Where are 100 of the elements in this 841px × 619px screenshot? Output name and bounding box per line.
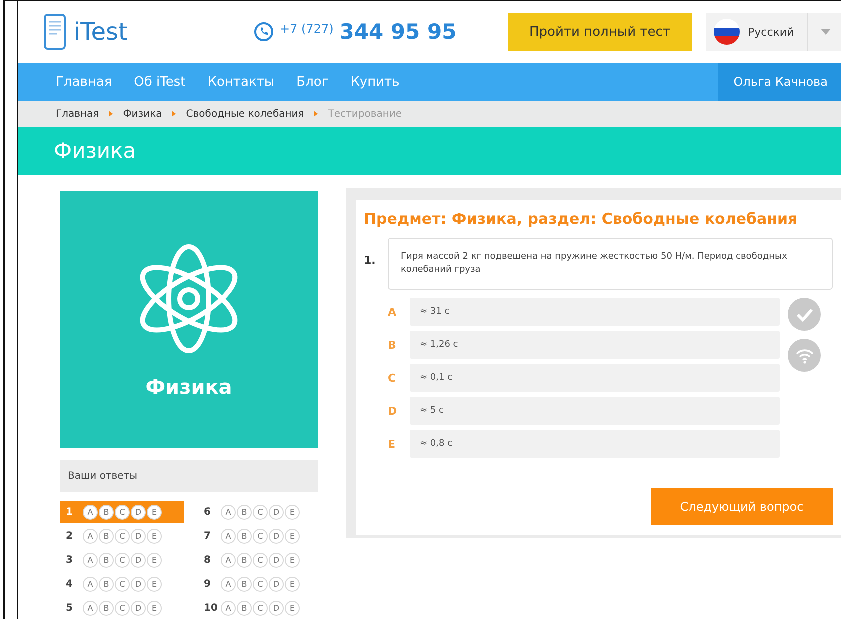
answer-option[interactable]: C bbox=[253, 528, 268, 544]
nav-link[interactable]: Контакты bbox=[208, 74, 275, 90]
answer-option[interactable]: A bbox=[83, 504, 98, 520]
option-letter: E bbox=[388, 438, 397, 450]
answer-option[interactable]: C bbox=[253, 552, 268, 568]
nav-link[interactable]: Купить bbox=[350, 74, 400, 90]
hint-button[interactable] bbox=[788, 339, 821, 372]
answer-option[interactable]: C bbox=[115, 504, 130, 520]
question-text: Гиря массой 2 кг подвешена на пружине жесткостью 50 Н/м. Период свободных колебаний груза bbox=[388, 238, 833, 290]
answer-option[interactable]: C bbox=[115, 552, 130, 568]
option-button[interactable]: ≈ 5 с bbox=[410, 397, 780, 425]
answer-option[interactable]: D bbox=[269, 552, 284, 568]
answer-option[interactable]: E bbox=[147, 552, 162, 568]
answer-row[interactable]: 8 A B C D E bbox=[198, 549, 322, 571]
answer-row[interactable]: 4 A B C D E bbox=[60, 573, 184, 595]
answer-option[interactable]: B bbox=[99, 552, 114, 568]
answer-option[interactable]: B bbox=[237, 600, 252, 616]
answer-option[interactable]: E bbox=[147, 576, 162, 592]
answer-option[interactable]: B bbox=[99, 504, 114, 520]
answer-row[interactable]: 9 A B C D E bbox=[198, 573, 322, 595]
chevron-icon bbox=[172, 111, 176, 117]
option-button[interactable]: ≈ 31 с bbox=[410, 298, 780, 326]
answer-option[interactable]: A bbox=[83, 528, 98, 544]
chevron-icon bbox=[109, 111, 114, 117]
answer-option[interactable]: E bbox=[285, 600, 300, 616]
answer-option[interactable]: D bbox=[269, 600, 284, 616]
breadcrumb-link[interactable]: Главная bbox=[56, 108, 100, 120]
answer-option[interactable]: C bbox=[115, 600, 130, 616]
answer-option[interactable]: C bbox=[115, 528, 130, 544]
answer-row[interactable]: 5 A B C D E bbox=[60, 597, 184, 619]
answer-row[interactable]: 7 A B C D E bbox=[198, 525, 322, 547]
full-test-button[interactable]: Пройти полный тест bbox=[508, 13, 692, 51]
answer-row[interactable]: 1 A B C D E bbox=[60, 501, 184, 523]
answer-option[interactable]: C bbox=[253, 576, 268, 592]
breadcrumb-link[interactable]: Физика bbox=[123, 108, 162, 120]
option-letter: D bbox=[388, 404, 398, 418]
answer-option[interactable]: A bbox=[221, 504, 236, 520]
answer-option[interactable]: E bbox=[285, 576, 300, 592]
answer-option[interactable]: B bbox=[99, 576, 114, 592]
answer-option[interactable]: E bbox=[285, 528, 300, 544]
answer-option[interactable]: E bbox=[147, 600, 162, 616]
flag-icon bbox=[714, 19, 740, 45]
phone-number: 344 95 95 bbox=[340, 20, 457, 44]
answer-option[interactable]: C bbox=[115, 576, 130, 592]
answer-row[interactable]: 3 A B C D E bbox=[60, 549, 184, 571]
phone-icon bbox=[254, 22, 274, 42]
answer-option[interactable]: D bbox=[269, 528, 284, 544]
tablet-icon bbox=[44, 14, 66, 50]
logo[interactable]: iTest bbox=[74, 18, 128, 46]
subject-title: Физика bbox=[146, 374, 232, 398]
option-button[interactable]: ≈ 0,1 с bbox=[410, 364, 780, 392]
answer-option[interactable]: D bbox=[131, 504, 146, 520]
answer-row[interactable]: 10 A B C D E bbox=[198, 597, 322, 619]
user-menu[interactable]: Ольга Качнова bbox=[718, 63, 841, 101]
breadcrumb-link[interactable]: Свободные колебания bbox=[186, 108, 304, 120]
answer-row[interactable]: 6 A B C D E bbox=[198, 501, 322, 523]
language-selector[interactable]: Русский bbox=[706, 13, 841, 51]
option-button[interactable]: ≈ 0,8 с bbox=[410, 430, 780, 458]
answer-option[interactable]: A bbox=[221, 576, 236, 592]
option-letter: B bbox=[388, 338, 398, 352]
answer-option[interactable]: A bbox=[83, 552, 98, 568]
answer-option[interactable]: B bbox=[237, 504, 252, 520]
answer-option[interactable]: A bbox=[83, 600, 98, 616]
answer-option[interactable]: E bbox=[285, 552, 300, 568]
answers-header: Ваши ответы bbox=[60, 460, 318, 492]
nav-link[interactable]: Об iTest bbox=[134, 74, 186, 90]
answer-option[interactable]: E bbox=[147, 504, 162, 520]
language-label: Русский bbox=[748, 26, 796, 38]
question-number: 1. bbox=[364, 254, 377, 269]
answer-option[interactable]: D bbox=[131, 528, 146, 544]
answer-option[interactable]: B bbox=[237, 552, 252, 568]
next-question-button[interactable]: Следующий вопрос bbox=[651, 488, 833, 525]
answer-option[interactable]: A bbox=[221, 528, 236, 544]
answer-option[interactable]: D bbox=[131, 600, 146, 616]
answer-option[interactable]: B bbox=[237, 576, 252, 592]
answer-option[interactable]: A bbox=[83, 576, 98, 592]
answer-option[interactable]: B bbox=[237, 528, 252, 544]
check-icon bbox=[796, 308, 814, 322]
answer-option[interactable]: E bbox=[285, 504, 300, 520]
answer-option[interactable]: B bbox=[99, 528, 114, 544]
answer-option[interactable]: B bbox=[99, 600, 114, 616]
answer-row[interactable]: 2 A B C D E bbox=[60, 525, 184, 547]
chevron-icon bbox=[314, 111, 318, 117]
question-heading: Предмет: Физика, раздел: Свободные колебания bbox=[364, 210, 799, 228]
nav-link[interactable]: Блог bbox=[296, 74, 329, 90]
phone-prefix: +7 (727) bbox=[280, 22, 334, 36]
answer-option[interactable]: C bbox=[253, 600, 268, 616]
option-letter: A bbox=[388, 306, 398, 318]
answer-option[interactable]: D bbox=[269, 576, 284, 592]
option-letter: C bbox=[388, 372, 398, 384]
answer-option[interactable]: A bbox=[221, 600, 236, 616]
answer-option[interactable]: D bbox=[131, 576, 146, 592]
option-button[interactable]: ≈ 1,26 с bbox=[410, 331, 780, 359]
answer-option[interactable]: A bbox=[221, 552, 236, 568]
check-button[interactable] bbox=[788, 298, 821, 331]
answer-option[interactable]: D bbox=[269, 504, 284, 520]
answer-option[interactable]: E bbox=[147, 528, 162, 544]
answer-option[interactable]: D bbox=[131, 552, 146, 568]
answer-option[interactable]: C bbox=[253, 504, 268, 520]
nav-link[interactable]: Главная bbox=[56, 74, 112, 90]
